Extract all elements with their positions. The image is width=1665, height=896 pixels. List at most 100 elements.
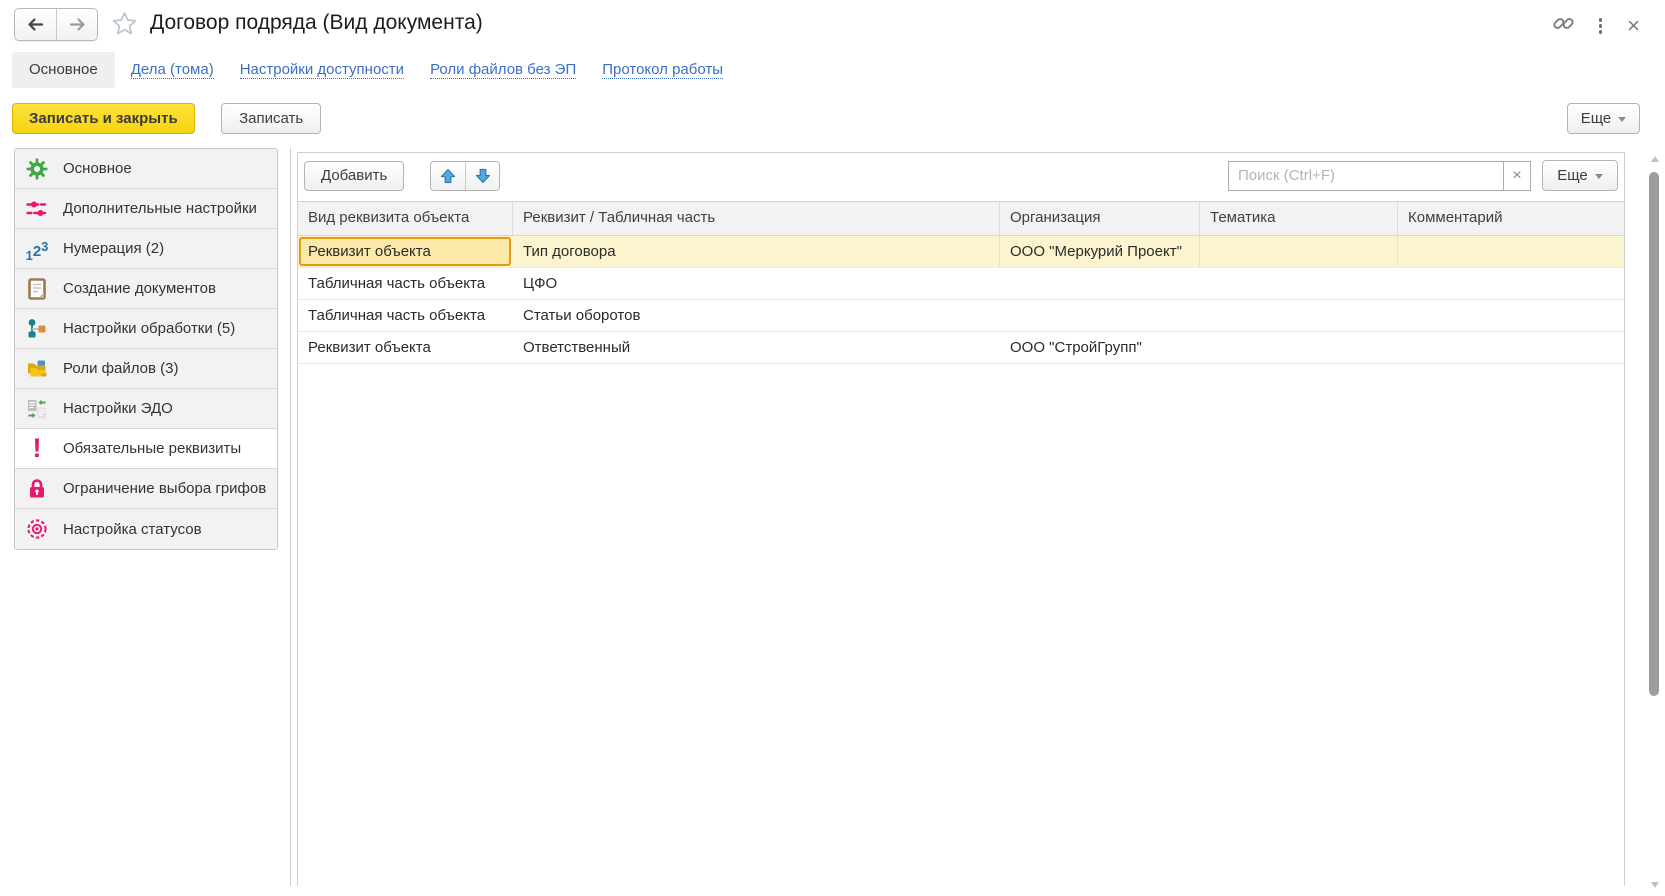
favorite-star-icon[interactable]: [111, 10, 138, 42]
close-icon[interactable]: ×: [1627, 16, 1640, 36]
column-header[interactable]: Тематика: [1200, 202, 1398, 235]
sidebar-item-additional-settings[interactable]: Дополнительные настройки: [15, 189, 277, 229]
titlebar: Договор подряда (Вид документа) ×: [0, 0, 1665, 48]
table-cell[interactable]: ООО "СтройГрупп": [1000, 332, 1200, 363]
gear-icon: [24, 156, 50, 182]
sidebar-item-processing-settings[interactable]: Настройки обработки (5): [15, 309, 277, 349]
table-cell[interactable]: [1200, 268, 1398, 299]
sidebar-item-label: Дополнительные настройки: [63, 200, 257, 217]
table-cell[interactable]: [1398, 236, 1624, 267]
scroll-down-icon[interactable]: [1651, 882, 1659, 888]
table-cell[interactable]: Тип договора: [513, 236, 1000, 267]
column-header[interactable]: Вид реквизита объекта: [298, 202, 513, 235]
status-stamp-icon: [24, 516, 50, 542]
arrow-up-icon: [440, 168, 456, 184]
sidebar-item-label: Роли файлов (3): [63, 360, 178, 377]
sidebar: Основное Дополнительные настройки 123 Ну…: [14, 148, 278, 550]
sidebar-item-required-attributes[interactable]: ! Обязательные реквизиты: [15, 429, 277, 469]
move-down-button[interactable]: [465, 162, 499, 190]
sidebar-item-label: Нумерация (2): [63, 240, 164, 257]
table-cell[interactable]: ООО "Меркурий Проект": [1000, 236, 1200, 267]
add-button[interactable]: Добавить: [304, 161, 404, 191]
back-button[interactable]: [15, 9, 56, 40]
focused-cell[interactable]: Реквизит объекта: [299, 237, 511, 266]
table-cell[interactable]: Ответственный: [513, 332, 1000, 363]
more-button-table[interactable]: Еще: [1542, 160, 1618, 191]
main-panel: Добавить × Еще Вид реквизита объекта Рек…: [297, 152, 1625, 886]
table-body: Реквизит объекта Тип договора ООО "Мерку…: [298, 236, 1624, 364]
tab-main[interactable]: Основное: [12, 52, 115, 88]
move-up-button[interactable]: [431, 162, 465, 190]
more-button-label: Еще: [1557, 167, 1588, 184]
sidebar-item-stamp-restriction[interactable]: Ограничение выбора грифов: [15, 469, 277, 509]
tab-link-file-roles-no-signature[interactable]: Роли файлов без ЭП: [430, 61, 576, 79]
table-row[interactable]: Табличная часть объекта Статьи оборотов: [298, 300, 1624, 332]
table-cell[interactable]: ЦФО: [513, 268, 1000, 299]
attributes-table: Вид реквизита объекта Реквизит / Табличн…: [298, 201, 1624, 364]
document-icon: [24, 276, 50, 302]
sidebar-item-label: Основное: [63, 160, 132, 177]
search-input[interactable]: [1228, 161, 1504, 191]
tab-strip: Основное Дела (тома) Настройки доступнос…: [12, 52, 1635, 88]
column-header[interactable]: Реквизит / Табличная часть: [513, 202, 1000, 235]
sidebar-item-label: Настройки обработки (5): [63, 320, 235, 337]
table-cell[interactable]: [1000, 300, 1200, 331]
sidebar-item-label: Ограничение выбора грифов: [63, 480, 266, 497]
table-cell[interactable]: Реквизит объекта: [298, 332, 513, 363]
table-row[interactable]: Табличная часть объекта ЦФО: [298, 268, 1624, 300]
forward-button[interactable]: [56, 9, 97, 40]
table-cell[interactable]: [1200, 236, 1398, 267]
sliders-icon: [24, 196, 50, 222]
tab-link-accessibility-settings[interactable]: Настройки доступности: [240, 61, 404, 79]
sidebar-item-main[interactable]: Основное: [15, 149, 277, 189]
scrollbar-thumb[interactable]: [1649, 172, 1659, 696]
more-button-label: Еще: [1581, 110, 1612, 127]
arrow-right-icon: [68, 15, 87, 34]
arrow-left-icon: [26, 15, 45, 34]
table-cell[interactable]: Табличная часть объекта: [298, 268, 513, 299]
exclamation-icon: !: [24, 436, 50, 462]
sidebar-item-status-settings[interactable]: Настройка статусов: [15, 509, 277, 549]
lock-icon: [24, 476, 50, 502]
table-header-row: Вид реквизита объекта Реквизит / Табличн…: [298, 202, 1624, 236]
table-row[interactable]: Реквизит объекта Тип договора ООО "Мерку…: [298, 236, 1624, 268]
arrow-down-icon: [475, 168, 491, 184]
save-button[interactable]: Записать: [221, 103, 321, 134]
table-row[interactable]: Реквизит объекта Ответственный ООО "Стро…: [298, 332, 1624, 364]
sidebar-item-label: Создание документов: [63, 280, 216, 297]
sidebar-item-label: Обязательные реквизиты: [63, 440, 241, 457]
save-and-close-button[interactable]: Записать и закрыть: [12, 103, 195, 134]
table-cell[interactable]: Табличная часть объекта: [298, 300, 513, 331]
table-cell[interactable]: [1398, 332, 1624, 363]
table-toolbar: Добавить × Еще: [298, 153, 1624, 198]
table-cell[interactable]: [1200, 332, 1398, 363]
table-cell[interactable]: [1398, 268, 1624, 299]
more-button-top[interactable]: Еще: [1567, 103, 1640, 134]
table-cell[interactable]: Статьи оборотов: [513, 300, 1000, 331]
table-cell[interactable]: Реквизит объекта: [298, 236, 513, 267]
link-icon[interactable]: [1553, 13, 1574, 39]
search-clear-button[interactable]: ×: [1504, 161, 1531, 191]
tab-link-cases[interactable]: Дела (тома): [131, 61, 214, 79]
sidebar-item-numbering[interactable]: 123 Нумерация (2): [15, 229, 277, 269]
sidebar-item-label: Настройки ЭДО: [63, 400, 173, 417]
table-cell[interactable]: [1398, 300, 1624, 331]
sidebar-item-edo-settings[interactable]: Настройки ЭДО: [15, 389, 277, 429]
table-cell[interactable]: [1200, 300, 1398, 331]
sidebar-item-file-roles[interactable]: Роли файлов (3): [15, 349, 277, 389]
vertical-scrollbar[interactable]: [1649, 156, 1660, 888]
command-bar: Записать и закрыть Записать Еще: [12, 103, 1640, 135]
tab-link-work-log[interactable]: Протокол работы: [602, 61, 723, 79]
table-cell[interactable]: [1000, 268, 1200, 299]
sidebar-item-document-creation[interactable]: Создание документов: [15, 269, 277, 309]
column-header[interactable]: Комментарий: [1398, 202, 1624, 235]
numbering-icon: 123: [24, 236, 50, 262]
column-header[interactable]: Организация: [1000, 202, 1200, 235]
page-title: Договор подряда (Вид документа): [150, 11, 483, 35]
folders-icon: [24, 356, 50, 382]
edo-exchange-icon: [24, 396, 50, 422]
nav-history-group: [14, 8, 98, 41]
scroll-up-icon[interactable]: [1651, 156, 1659, 162]
left-panel-region: Основное Дополнительные настройки 123 Ну…: [14, 148, 291, 886]
more-menu-icon[interactable]: [1597, 16, 1605, 36]
